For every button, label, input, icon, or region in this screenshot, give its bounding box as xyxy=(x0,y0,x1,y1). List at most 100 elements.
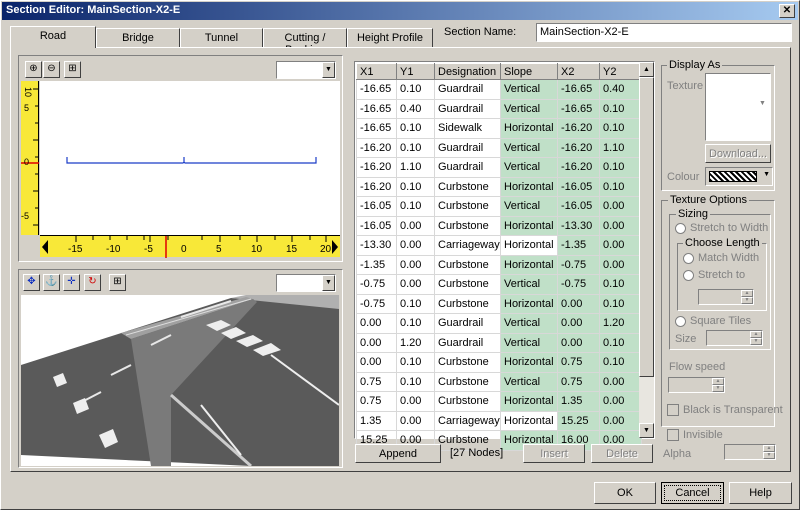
table-cell[interactable]: Guardrail xyxy=(434,98,501,119)
tab-cutting-banking[interactable]: Cutting / Banking xyxy=(263,28,347,56)
table-cell[interactable]: 1.35 xyxy=(356,410,397,431)
table-cell[interactable]: 1.20 xyxy=(599,313,642,334)
table-cell[interactable]: -16.05 xyxy=(557,176,600,197)
table-cell[interactable]: 0.00 xyxy=(356,352,397,373)
table-cell[interactable]: 0.10 xyxy=(599,176,642,197)
table-cell[interactable]: -16.20 xyxy=(557,137,600,158)
table-cell[interactable]: Curbstone xyxy=(434,176,501,197)
match-width-radio[interactable]: Match Width xyxy=(683,252,759,264)
table-cell[interactable]: Vertical xyxy=(500,332,558,353)
tab-road[interactable]: Road xyxy=(10,26,96,48)
table-cell[interactable]: 0.10 xyxy=(599,352,642,373)
move-icon[interactable]: ✛ xyxy=(63,274,80,291)
table-cell[interactable]: 0.00 xyxy=(599,391,642,412)
chevron-down-icon[interactable]: ▼ xyxy=(763,171,770,178)
zoom-in-icon[interactable]: ⊕ xyxy=(25,61,42,78)
table-row[interactable]: -16.65 0.10 Guardrail Vertical -16.65 0.40 xyxy=(356,79,642,100)
column-header[interactable]: Designation xyxy=(434,63,501,80)
table-cell[interactable]: Carriageway xyxy=(434,235,501,256)
stretch-to-radio[interactable]: Stretch to xyxy=(683,269,745,281)
table-cell[interactable]: 0.00 xyxy=(396,391,435,412)
column-header[interactable]: Y2 xyxy=(599,63,642,80)
table-cell[interactable]: 0.00 xyxy=(396,235,435,256)
table-cell[interactable]: -16.05 xyxy=(356,215,397,236)
table-row[interactable]: 0.00 1.20 Guardrail Vertical 0.00 0.10 xyxy=(356,332,642,353)
table-row[interactable]: -0.75 0.00 Curbstone Vertical -0.75 0.10 xyxy=(356,274,642,295)
column-header[interactable]: Y1 xyxy=(396,63,435,80)
table-cell[interactable]: 0.10 xyxy=(396,118,435,139)
table-cell[interactable]: -13.30 xyxy=(356,235,397,256)
table-cell[interactable]: 0.10 xyxy=(599,274,642,295)
table-cell[interactable]: -1.35 xyxy=(557,235,600,256)
table-cell[interactable]: 0.10 xyxy=(599,118,642,139)
table-cell[interactable]: 0.00 xyxy=(396,215,435,236)
ok-button[interactable]: OK xyxy=(594,482,656,504)
table-cell[interactable]: 0.00 xyxy=(356,313,397,334)
table-cell[interactable]: Horizontal xyxy=(500,235,558,256)
table-cell[interactable]: 0.00 xyxy=(356,332,397,353)
table-cell[interactable]: 1.20 xyxy=(396,332,435,353)
table-cell[interactable]: Guardrail xyxy=(434,332,501,353)
stretch-to-width-radio[interactable]: Stretch to Width xyxy=(675,222,768,234)
table-cell[interactable]: 0.00 xyxy=(557,313,600,334)
tab-height-profile[interactable]: Height Profile xyxy=(347,28,433,47)
grid-icon[interactable]: ⊞ xyxy=(64,61,81,78)
square-tiles-radio[interactable]: Square Tiles xyxy=(675,315,751,327)
append-button[interactable]: Append xyxy=(355,444,441,463)
table-row[interactable]: -1.35 0.00 Curbstone Horizontal -0.75 0.00 xyxy=(356,254,642,275)
anchor-icon[interactable]: ⚓ xyxy=(43,274,60,291)
table-cell[interactable]: Horizontal xyxy=(500,176,558,197)
table-cell[interactable]: Guardrail xyxy=(434,157,501,178)
table-cell[interactable]: 0.10 xyxy=(599,157,642,178)
table-cell[interactable]: 0.00 xyxy=(599,215,642,236)
table-cell[interactable]: 0.00 xyxy=(599,196,642,217)
table-cell[interactable]: 0.10 xyxy=(396,137,435,158)
rotate-icon[interactable]: ✥ xyxy=(23,274,40,291)
table-cell[interactable]: -16.65 xyxy=(356,98,397,119)
table-cell[interactable]: -16.65 xyxy=(356,118,397,139)
zoom-out-icon[interactable]: ⊖ xyxy=(43,61,60,78)
table-cell[interactable]: 15.25 xyxy=(557,410,600,431)
table-row[interactable]: -0.75 0.10 Curbstone Horizontal 0.00 0.10 xyxy=(356,293,642,314)
table-cell[interactable]: Curbstone xyxy=(434,274,501,295)
table-cell[interactable]: -0.75 xyxy=(356,274,397,295)
orbit-icon[interactable]: ↻ xyxy=(84,274,101,291)
download-button[interactable]: Download... xyxy=(705,144,771,163)
road-3d-preview[interactable] xyxy=(21,295,339,466)
table-cell[interactable]: Vertical xyxy=(500,371,558,392)
table-row[interactable]: 0.00 0.10 Guardrail Vertical 0.00 1.20 xyxy=(356,313,642,334)
table-cell[interactable]: Horizontal xyxy=(500,254,558,275)
table-row[interactable]: -16.65 0.10 Sidewalk Horizontal -16.20 0.10 xyxy=(356,118,642,139)
spin-down-icon[interactable]: ▼ xyxy=(712,385,724,392)
scroll-down-icon[interactable]: ▼ xyxy=(639,423,654,438)
table-cell[interactable]: 0.75 xyxy=(356,371,397,392)
table-cell[interactable]: Guardrail xyxy=(434,313,501,334)
table-cell[interactable]: Guardrail xyxy=(434,79,501,100)
table-cell[interactable]: 0.75 xyxy=(557,371,600,392)
chevron-down-icon[interactable]: ▼ xyxy=(322,275,335,291)
table-row[interactable]: -16.20 0.10 Curbstone Horizontal -16.05 0.10 xyxy=(356,176,642,197)
table-cell[interactable]: Curbstone xyxy=(434,293,501,314)
table-cell[interactable]: 0.10 xyxy=(599,332,642,353)
delete-button[interactable]: Delete xyxy=(591,444,653,463)
profile-view-dropdown[interactable]: ▼ xyxy=(276,61,336,79)
table-cell[interactable]: Horizontal xyxy=(500,118,558,139)
table-row[interactable]: -16.05 0.10 Curbstone Vertical -16.05 0.00 xyxy=(356,196,642,217)
table-cell[interactable]: -16.20 xyxy=(356,137,397,158)
table-cell[interactable]: -0.75 xyxy=(557,274,600,295)
table-cell[interactable]: 0.10 xyxy=(396,352,435,373)
table-row[interactable]: -16.20 0.10 Guardrail Vertical -16.20 1.10 xyxy=(356,137,642,158)
table-cell[interactable]: 0.10 xyxy=(396,176,435,197)
table-cell[interactable]: 0.40 xyxy=(599,79,642,100)
table-cell[interactable]: 0.00 xyxy=(396,410,435,431)
table-cell[interactable]: 0.75 xyxy=(356,391,397,412)
table-cell[interactable]: -0.75 xyxy=(557,254,600,275)
stretch-to-spinner[interactable]: ▲ ▼ xyxy=(698,289,754,305)
table-cell[interactable]: 0.00 xyxy=(599,254,642,275)
table-cell[interactable]: Curbstone xyxy=(434,196,501,217)
size-spinner[interactable]: ▲ ▼ xyxy=(706,330,763,346)
table-cell[interactable]: 1.35 xyxy=(557,391,600,412)
table-row[interactable]: 1.35 0.00 Carriageway Horizontal 15.25 0.00 xyxy=(356,410,642,431)
table-cell[interactable]: Vertical xyxy=(500,196,558,217)
table-cell[interactable]: -16.65 xyxy=(557,98,600,119)
